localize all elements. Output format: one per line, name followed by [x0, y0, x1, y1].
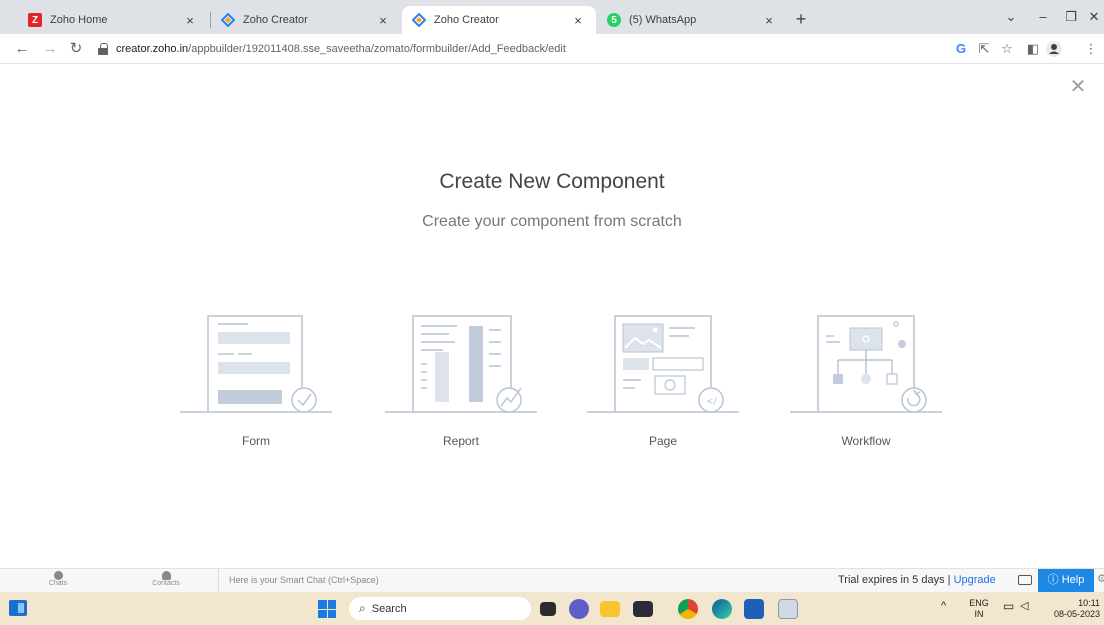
- contact-person-icon: [161, 571, 171, 580]
- browser-tab-strip: Z Zoho Home × Zoho Creator × Zoho Creato…: [0, 0, 1104, 34]
- clock-time: 10:11: [1078, 598, 1100, 608]
- page-title: Create New Component: [439, 170, 665, 193]
- component-label: Report: [442, 434, 480, 448]
- keyboard-icon[interactable]: [1018, 575, 1032, 585]
- media-app-icon[interactable]: [633, 601, 653, 617]
- widgets-icon[interactable]: [9, 600, 27, 616]
- contacts-button[interactable]: Contacts: [148, 571, 184, 587]
- close-tab-icon[interactable]: ×: [761, 12, 777, 28]
- taskbar-search-label: Search: [371, 602, 407, 615]
- tab-title: (5) WhatsApp: [629, 14, 697, 26]
- language-indicator[interactable]: ENG IN: [969, 598, 989, 625]
- tab-title: Zoho Creator: [243, 14, 308, 26]
- component-label: Workflow: [841, 434, 891, 448]
- component-label: Form: [242, 434, 270, 448]
- tab-title: Zoho Home: [50, 14, 108, 26]
- minimize-button[interactable]: –: [1029, 6, 1057, 28]
- kebab-menu-icon[interactable]: ⋮: [1082, 41, 1100, 59]
- trial-text: Trial expires in 5 days |: [838, 574, 951, 586]
- teams-chat-icon[interactable]: [569, 599, 589, 619]
- form-illustration-icon: [180, 315, 332, 413]
- share-icon[interactable]: ⇱: [975, 41, 993, 59]
- back-arrow-icon[interactable]: ←: [12, 39, 32, 59]
- url-host: creator.zoho.in: [116, 43, 189, 55]
- new-tab-button[interactable]: +: [790, 9, 812, 31]
- store-icon[interactable]: [744, 599, 764, 619]
- smart-chat-input[interactable]: Here is your Smart Chat (Ctrl+Space): [218, 569, 818, 592]
- zoho-creator-icon: [221, 13, 235, 27]
- component-card-report[interactable]: Report: [383, 312, 539, 452]
- windows-taskbar: ⌕ Search ^ ENG IN ▭ ◁ 10:11 08-05-2023: [0, 592, 1104, 625]
- display-icon[interactable]: ▭: [1003, 600, 1014, 625]
- language-code: ENG: [969, 598, 989, 608]
- page-subtitle: Create your component from scratch: [422, 213, 682, 230]
- upgrade-link[interactable]: Upgrade: [954, 574, 996, 586]
- close-tab-icon[interactable]: ×: [570, 12, 586, 28]
- chat-bubble-icon: [53, 571, 63, 580]
- url-path: /appbuilder/192011408.sse_saveetha/zomat…: [188, 43, 566, 55]
- chrome-icon[interactable]: [678, 599, 698, 619]
- side-panel-icon[interactable]: ◧: [1024, 41, 1042, 59]
- edge-icon[interactable]: [712, 599, 732, 619]
- reload-icon[interactable]: ↻: [66, 39, 86, 59]
- help-label: Help: [1061, 574, 1085, 586]
- tray-chevron-icon[interactable]: ^: [941, 601, 946, 625]
- workflow-illustration-icon: [790, 315, 942, 413]
- windows-start-icon[interactable]: [318, 600, 336, 618]
- chats-label: Chats: [48, 580, 68, 587]
- trial-notice: Trial expires in 5 days | Upgrade: [838, 569, 996, 592]
- component-card-page[interactable]: </ Page: [585, 312, 741, 452]
- help-button[interactable]: ⓘ Help: [1038, 569, 1094, 592]
- app-window-icon[interactable]: [778, 599, 798, 619]
- contacts-label: Contacts: [152, 580, 180, 587]
- settings-icon[interactable]: ⚙: [1097, 572, 1104, 585]
- report-illustration-icon: [385, 315, 537, 413]
- create-component-dialog: ✕ Create New Component Create your compo…: [0, 64, 1104, 568]
- search-icon: ⌕: [359, 601, 366, 615]
- page-illustration-icon: </: [587, 315, 739, 413]
- lock-icon: [98, 43, 108, 55]
- component-card-form[interactable]: Form: [178, 312, 334, 452]
- tab-zoho-home[interactable]: Z Zoho Home ×: [18, 6, 208, 34]
- profile-avatar-icon[interactable]: [1045, 41, 1063, 59]
- whatsapp-icon: 5: [607, 13, 621, 27]
- tab-zoho-creator-active[interactable]: Zoho Creator ×: [402, 6, 596, 34]
- file-explorer-icon[interactable]: [600, 601, 620, 617]
- volume-muted-icon[interactable]: ◁: [1020, 601, 1028, 625]
- tab-title: Zoho Creator: [434, 14, 499, 26]
- tab-whatsapp[interactable]: 5 (5) WhatsApp ×: [597, 6, 787, 34]
- zoho-bottom-bar: Chats Contacts Here is your Smart Chat (…: [0, 568, 1104, 592]
- zoho-z-icon: Z: [28, 13, 42, 27]
- browser-toolbar: ← → ↻ creator.zoho.in/appbuilder/1920114…: [0, 34, 1104, 64]
- region-code: IN: [974, 609, 984, 619]
- zoho-creator-icon: [412, 13, 426, 27]
- forward-arrow-icon[interactable]: →: [40, 39, 60, 59]
- component-label: Page: [648, 434, 678, 448]
- task-view-icon[interactable]: [540, 602, 556, 616]
- system-clock[interactable]: 10:11 08-05-2023: [1046, 598, 1100, 625]
- close-tab-icon[interactable]: ×: [375, 12, 391, 28]
- close-tab-icon[interactable]: ×: [182, 12, 198, 28]
- address-bar[interactable]: creator.zoho.in/appbuilder/192011408.sse…: [98, 41, 566, 57]
- google-g-icon[interactable]: G: [952, 41, 970, 59]
- taskbar-search[interactable]: ⌕ Search: [349, 597, 531, 620]
- component-card-workflow[interactable]: Workflow: [788, 312, 944, 452]
- tab-search-chevron-icon[interactable]: ⌄: [997, 6, 1025, 28]
- help-circle-icon: ⓘ: [1047, 574, 1059, 586]
- close-icon[interactable]: ✕: [1069, 77, 1087, 97]
- clock-date: 08-05-2023: [1053, 609, 1100, 619]
- close-window-button[interactable]: ✕: [1080, 6, 1104, 28]
- chats-button[interactable]: Chats: [40, 571, 76, 587]
- bookmark-star-icon[interactable]: ☆: [998, 41, 1016, 59]
- svg-text:</: </: [706, 397, 718, 407]
- tab-zoho-creator-1[interactable]: Zoho Creator ×: [211, 6, 401, 34]
